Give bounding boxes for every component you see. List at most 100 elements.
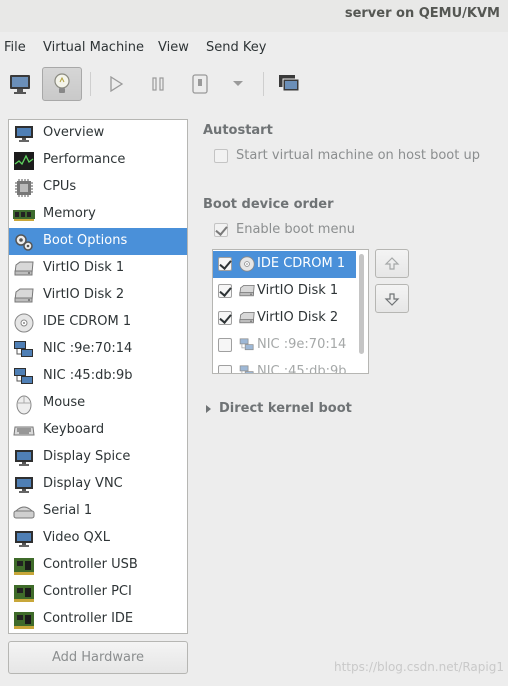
sidebar-item-overview[interactable]: Overview [9, 120, 187, 147]
sidebar-item-controller-pci[interactable]: Controller PCI [9, 579, 187, 606]
video-icon [13, 528, 35, 550]
boot-device-checkbox[interactable] [218, 311, 232, 325]
sidebar-item-mouse[interactable]: Mouse [9, 390, 187, 417]
network-icon [239, 337, 255, 353]
autostart-row[interactable]: Start virtual machine on host boot up [214, 148, 480, 163]
screenshot-icon [279, 75, 300, 92]
network-icon [13, 339, 35, 361]
boot-device-row[interactable]: NIC :9e:70:14 [213, 332, 356, 359]
sidebar-item-virtio-disk-2[interactable]: VirtIO Disk 2 [9, 282, 187, 309]
sidebar-item-controller-ide[interactable]: Controller IDE [9, 606, 187, 633]
move-up-button[interactable] [375, 249, 409, 278]
direct-kernel-boot-label: Direct kernel boot [219, 401, 352, 416]
pause-icon [152, 77, 164, 91]
boot-list-scrollbar[interactable] [359, 254, 364, 354]
boot-device-row[interactable]: VirtIO Disk 1 [213, 278, 356, 305]
enable-boot-menu-row[interactable]: Enable boot menu [214, 222, 355, 237]
cdrom-icon [13, 312, 35, 334]
sidebar-item-label: Controller PCI [43, 584, 132, 599]
boot-device-label: NIC :45:db:9b [257, 364, 347, 374]
shutdown-menu-button[interactable] [218, 67, 258, 101]
sidebar-item-label: Memory [43, 206, 96, 221]
sidebar-item-nic-45-db-9b[interactable]: NIC :45:db:9b [9, 363, 187, 390]
details-button[interactable] [42, 67, 82, 101]
pause-button[interactable] [138, 67, 178, 101]
boot-device-list[interactable]: IDE CDROM 1 VirtIO Disk 1 VirtIO Disk 2 NIC… [212, 249, 369, 374]
sidebar-item-label: Keyboard [43, 422, 105, 437]
memory-icon [13, 204, 35, 226]
dropdown-arrow-icon [233, 81, 243, 86]
run-button[interactable] [96, 67, 136, 101]
play-icon [110, 76, 124, 92]
display-icon [13, 447, 35, 469]
sidebar-item-label: Display VNC [43, 476, 123, 491]
hardware-list[interactable]: Overview Performance CPUs Memory Boot Option… [8, 119, 188, 634]
boot-device-label: VirtIO Disk 2 [257, 310, 339, 325]
move-down-button[interactable] [375, 284, 409, 313]
expander-arrow-icon [206, 404, 211, 413]
sidebar-item-display-vnc[interactable]: Display VNC [9, 471, 187, 498]
menu-bar: File Virtual Machine View Send Key [0, 36, 508, 60]
boot-device-row[interactable]: VirtIO Disk 2 [213, 305, 356, 332]
chart-icon [13, 150, 35, 172]
direct-kernel-boot-expander[interactable]: Direct kernel boot [206, 401, 352, 416]
menu-virtual-machine[interactable]: Virtual Machine [43, 40, 144, 55]
boot-device-checkbox[interactable] [218, 338, 232, 352]
disk-icon [239, 310, 255, 326]
boot-order-title: Boot device order [203, 197, 334, 212]
sidebar-item-label: Overview [43, 125, 105, 140]
sidebar-item-label: Controller USB [43, 557, 138, 572]
sidebar-item-cpus[interactable]: CPUs [9, 174, 187, 201]
power-icon [192, 74, 208, 94]
boot-device-row[interactable]: NIC :45:db:9b [213, 359, 356, 374]
cpu-icon [13, 177, 35, 199]
sidebar-item-label: VirtIO Disk 1 [43, 260, 125, 275]
disk-icon [239, 283, 255, 299]
sidebar-item-virtio-disk-1[interactable]: VirtIO Disk 1 [9, 255, 187, 282]
autostart-title: Autostart [203, 123, 273, 138]
monitor-icon [10, 75, 30, 94]
controller-icon [13, 609, 35, 631]
shutdown-button[interactable] [180, 67, 220, 101]
network-icon [13, 366, 35, 388]
sidebar-item-keyboard[interactable]: Keyboard [9, 417, 187, 444]
sidebar-item-display-spice[interactable]: Display Spice [9, 444, 187, 471]
enable-boot-menu-checkbox[interactable] [214, 222, 228, 237]
autostart-checkbox-label: Start virtual machine on host boot up [236, 148, 480, 163]
autostart-checkbox[interactable] [214, 148, 228, 163]
sidebar-item-serial-1[interactable]: Serial 1 [9, 498, 187, 525]
display-icon [13, 474, 35, 496]
menu-file[interactable]: File [4, 40, 26, 55]
boot-device-checkbox[interactable] [218, 257, 232, 271]
sidebar-item-label: NIC :45:db:9b [43, 368, 133, 383]
boot-device-checkbox[interactable] [218, 284, 232, 298]
title-bar: server on QEMU/KVM [0, 0, 508, 32]
console-button[interactable] [0, 67, 40, 101]
serial-icon [13, 501, 35, 523]
sidebar-item-ide-cdrom-1[interactable]: IDE CDROM 1 [9, 309, 187, 336]
watermark: https://blog.csdn.net/Rapig1 [334, 660, 504, 674]
boot-device-label: VirtIO Disk 1 [257, 283, 339, 298]
fullscreen-button[interactable] [269, 67, 309, 101]
controller-icon [13, 582, 35, 604]
toolbar-separator [263, 72, 264, 96]
sidebar-item-controller-usb[interactable]: Controller USB [9, 552, 187, 579]
window-title: server on QEMU/KVM [344, 6, 500, 21]
sidebar-item-label: CPUs [43, 179, 77, 194]
boot-device-checkbox[interactable] [218, 365, 232, 373]
menu-send-key[interactable]: Send Key [206, 40, 266, 55]
sidebar-item-label: VirtIO Disk 2 [43, 287, 125, 302]
sidebar-item-video-qxl[interactable]: Video QXL [9, 525, 187, 552]
menu-view[interactable]: View [158, 40, 189, 55]
gears-icon [13, 231, 35, 253]
toolbar-separator [90, 72, 91, 96]
sidebar-item-label: Performance [43, 152, 126, 167]
sidebar-item-memory[interactable]: Memory [9, 201, 187, 228]
sidebar-item-performance[interactable]: Performance [9, 147, 187, 174]
add-hardware-button[interactable]: Add Hardware [8, 641, 188, 674]
sidebar-item-label: Serial 1 [43, 503, 93, 518]
boot-device-row[interactable]: IDE CDROM 1 [213, 251, 356, 278]
sidebar-item-label: IDE CDROM 1 [43, 314, 132, 329]
sidebar-item-boot-options[interactable]: Boot Options [9, 228, 187, 255]
sidebar-item-nic-9e-70-14[interactable]: NIC :9e:70:14 [9, 336, 187, 363]
